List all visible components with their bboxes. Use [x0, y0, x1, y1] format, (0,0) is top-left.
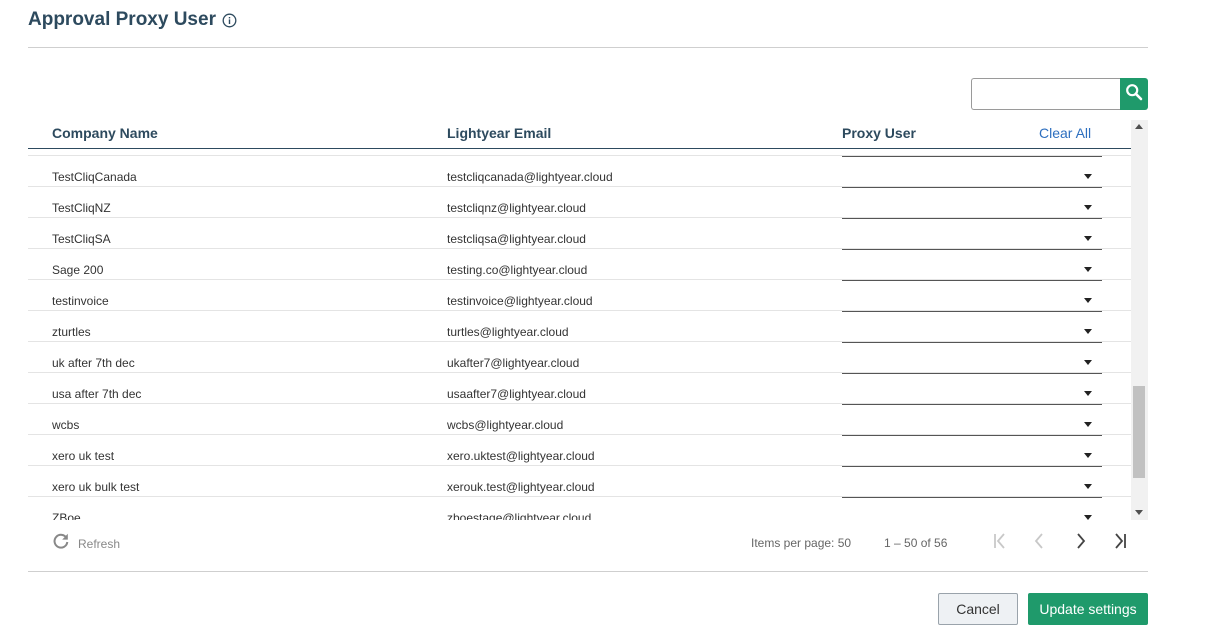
dropdown-arrow-icon [1084, 236, 1092, 241]
proxy-user-select[interactable] [842, 164, 1102, 188]
table-row: uk after 7th dec ukafter7@lightyear.clou… [28, 342, 1131, 374]
dropdown-arrow-icon [1084, 391, 1092, 396]
items-per-page-label: Items per page: [751, 536, 835, 550]
bottom-divider [28, 571, 1148, 572]
email-cell: testcliqsa@lightyear.cloud [447, 232, 586, 246]
chevron-left-icon [1031, 532, 1049, 555]
email-cell: wcbs@lightyear.cloud [447, 418, 564, 432]
proxy-user-select[interactable] [842, 257, 1102, 281]
proxy-user-select[interactable] [842, 288, 1102, 312]
proxy-user-select[interactable] [842, 412, 1102, 436]
table-row: TestCliqNZ testcliqnz@lightyear.cloud [28, 187, 1131, 219]
column-header-company[interactable]: Company Name [52, 125, 158, 141]
company-name-cell: usa after 7th dec [52, 387, 142, 401]
top-divider [28, 47, 1148, 48]
proxy-user-select[interactable] [842, 319, 1102, 343]
company-name-cell: TestCliqSA [52, 232, 111, 246]
first-page-icon [991, 532, 1009, 555]
proxy-user-select[interactable] [842, 226, 1102, 250]
email-cell: xerouk.test@lightyear.cloud [447, 480, 595, 494]
table-row: TestCliqSA testcliqsa@lightyear.cloud [28, 218, 1131, 250]
previous-page-button[interactable] [1028, 531, 1052, 555]
dropdown-arrow-icon [1084, 422, 1092, 427]
company-name-cell: wcbs [52, 418, 80, 432]
dropdown-arrow-icon [1084, 298, 1092, 303]
last-page-icon [1111, 532, 1129, 555]
email-cell: testcliqnz@lightyear.cloud [447, 201, 586, 215]
company-name-cell: uk after 7th dec [52, 356, 135, 370]
dropdown-arrow-icon [1084, 360, 1092, 365]
email-cell: testcliqcanada@lightyear.cloud [447, 170, 613, 184]
proxy-user-select[interactable] [842, 195, 1102, 219]
email-cell: turtles@lightyear.cloud [447, 325, 569, 339]
email-cell: ukafter7@lightyear.cloud [447, 356, 580, 370]
dropdown-arrow-icon [1084, 453, 1092, 458]
dropdown-arrow-icon [1084, 267, 1092, 272]
refresh-button[interactable]: Refresh [52, 532, 120, 555]
proxy-user-select[interactable] [842, 350, 1102, 374]
dropdown-arrow-icon [1084, 205, 1092, 210]
table-row: ZBoe zboestage@lightyear.cloud [28, 497, 1131, 520]
scrollbar-thumb[interactable] [1133, 386, 1145, 478]
proxy-user-select[interactable] [842, 381, 1102, 405]
table-row: xero uk test xero.uktest@lightyear.cloud [28, 435, 1131, 467]
email-cell: testing.co@lightyear.cloud [447, 263, 588, 277]
update-settings-button[interactable]: Update settings [1028, 593, 1148, 625]
table-row: xero uk bulk test xerouk.test@lightyear.… [28, 466, 1131, 498]
pagination-range: 1 – 50 of 56 [884, 536, 948, 550]
search-button[interactable] [1120, 78, 1148, 110]
proxy-user-select[interactable] [842, 505, 1102, 520]
search-input[interactable] [971, 78, 1121, 110]
table-header: Company Name Lightyear Email Proxy User … [28, 120, 1131, 149]
refresh-label: Refresh [78, 536, 121, 551]
company-name-cell: TestCliqNZ [52, 201, 111, 215]
dropdown-arrow-icon [1084, 484, 1092, 489]
next-page-button[interactable] [1068, 531, 1092, 555]
items-per-page-value[interactable]: 50 [838, 536, 851, 550]
company-name-cell: xero uk test [52, 449, 115, 463]
table-row: Sage 200 testing.co@lightyear.cloud [28, 249, 1131, 281]
table-scrollbar[interactable] [1131, 120, 1148, 520]
refresh-icon [52, 532, 70, 555]
cancel-button[interactable]: Cancel [938, 593, 1018, 625]
dropdown-arrow-icon [1084, 329, 1092, 334]
scroll-up-arrow-icon[interactable] [1135, 124, 1143, 129]
email-cell: usaafter7@lightyear.cloud [447, 387, 586, 401]
company-name-cell: TestCliqCanada [52, 170, 137, 184]
title-row: Approval Proxy User [28, 8, 237, 32]
email-cell: testinvoice@lightyear.cloud [447, 294, 593, 308]
company-name-cell: zturtles [52, 325, 91, 339]
dropdown-arrow-icon [1084, 174, 1092, 179]
email-cell: zboestage@lightyear.cloud [447, 511, 592, 520]
search-icon [1125, 83, 1143, 106]
items-per-page[interactable]: Items per page: 50 [751, 536, 851, 550]
column-header-proxy[interactable]: Proxy User [842, 125, 916, 141]
clear-all-link[interactable]: Clear All [1039, 125, 1091, 141]
proxy-user-select[interactable] [842, 443, 1102, 467]
table-row: usa after 7th dec usaafter7@lightyear.cl… [28, 373, 1131, 405]
company-name-cell: Sage 200 [52, 263, 104, 277]
company-name-cell: ZBoe [52, 511, 81, 520]
first-page-button[interactable] [988, 531, 1012, 555]
last-page-button[interactable] [1108, 531, 1132, 555]
company-name-cell: xero uk bulk test [52, 480, 140, 494]
table-row: wcbs wcbs@lightyear.cloud [28, 404, 1131, 436]
chevron-right-icon [1071, 532, 1089, 555]
email-cell: xero.uktest@lightyear.cloud [447, 449, 595, 463]
table-body: TestCliqCanada testcliqcanada@lightyear.… [28, 149, 1131, 520]
table-row: TestCliqCanada testcliqcanada@lightyear.… [28, 156, 1131, 188]
table-row-partial [28, 149, 1131, 157]
table-row: zturtles turtles@lightyear.cloud [28, 311, 1131, 343]
company-name-cell: testinvoice [52, 294, 109, 308]
proxy-user-select[interactable] [842, 474, 1102, 498]
scroll-down-arrow-icon[interactable] [1135, 510, 1143, 515]
page-title: Approval Proxy User [28, 9, 216, 30]
info-icon[interactable] [222, 13, 237, 28]
dropdown-arrow-icon [1084, 515, 1092, 520]
table-row: testinvoice testinvoice@lightyear.cloud [28, 280, 1131, 312]
column-header-email[interactable]: Lightyear Email [447, 125, 551, 141]
